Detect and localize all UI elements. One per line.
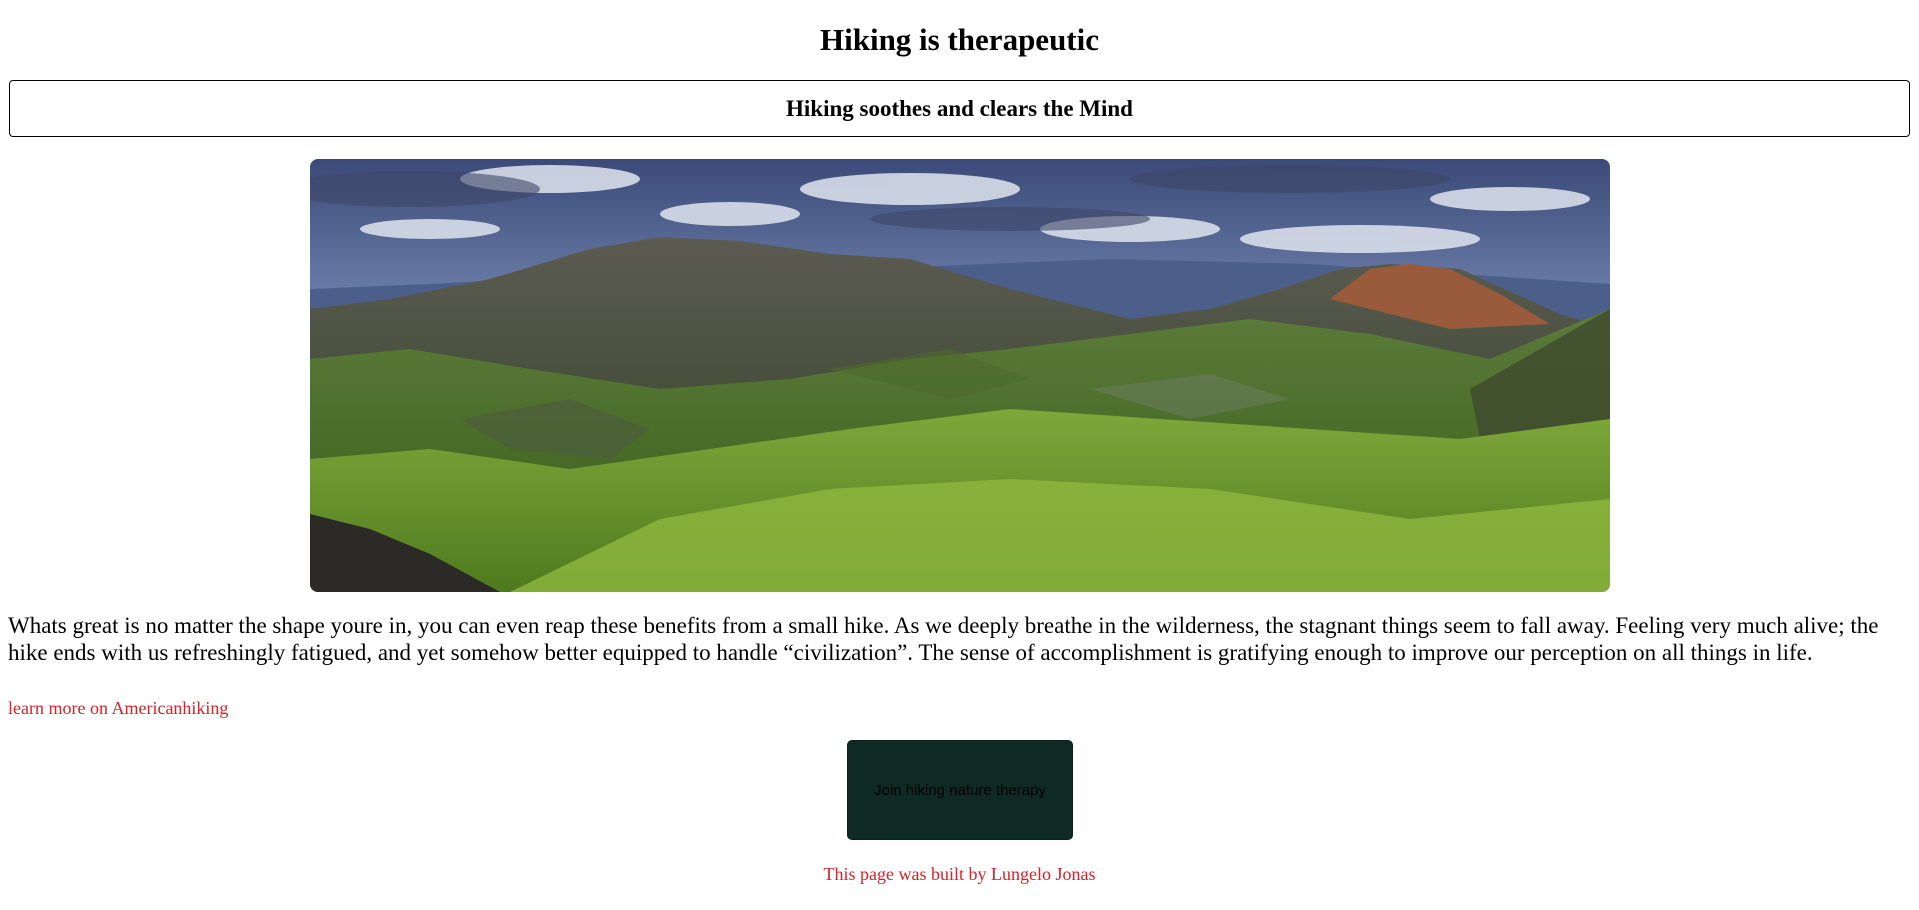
footer-credit: This page was built by Lungelo Jonas (823, 864, 1096, 884)
landscape-photo (310, 159, 1610, 592)
subtitle-box: Hiking soothes and clears the Mind (9, 80, 1910, 137)
learn-more-link[interactable]: learn more on Americanhiking (8, 698, 228, 719)
subtitle-heading: Hiking soothes and clears the Mind (786, 95, 1133, 121)
page-title: Hiking is therapeutic (819, 22, 1099, 57)
join-button[interactable]: Join hiking nature therapy (847, 740, 1073, 840)
body-paragraph: Whats great is no matter the shape youre… (8, 613, 1879, 665)
hero-image (310, 159, 1610, 592)
